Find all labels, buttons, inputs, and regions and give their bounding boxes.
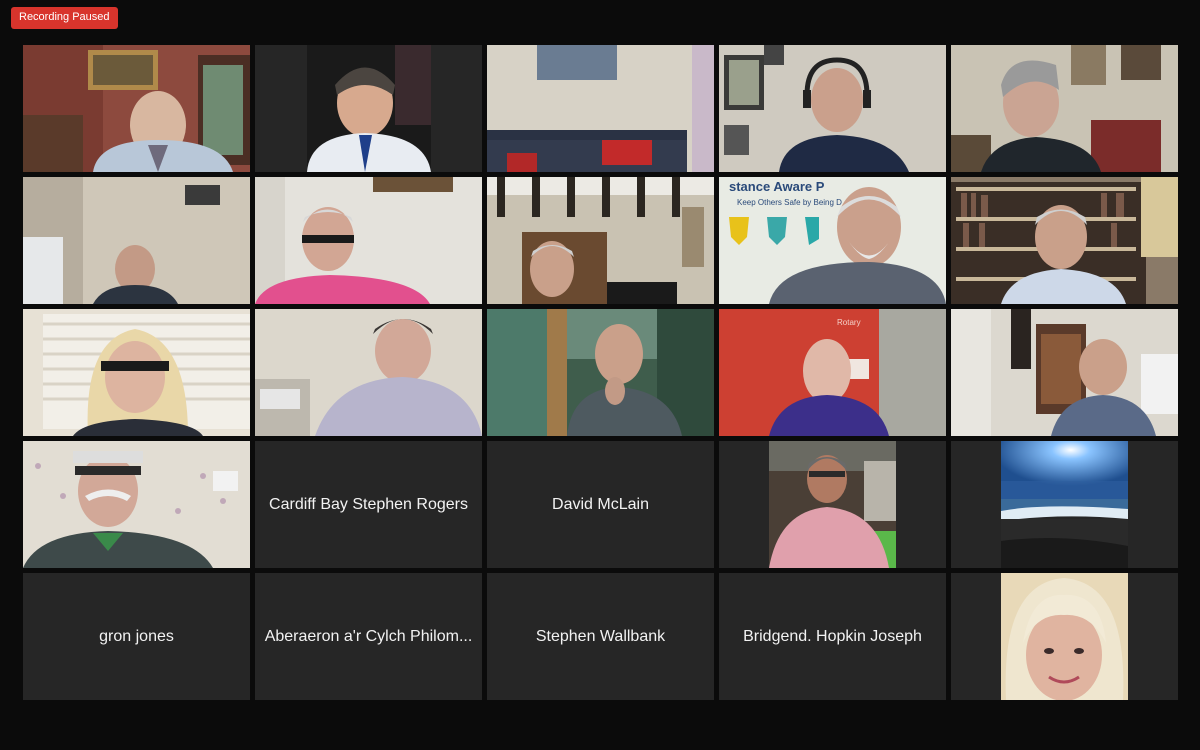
participant-video xyxy=(23,177,250,304)
participant-name: David McLain xyxy=(552,495,649,513)
participant-video xyxy=(719,45,946,172)
participant-video xyxy=(23,441,250,568)
participant-video xyxy=(487,177,714,304)
rotary-banner-text: Rotary xyxy=(837,318,861,327)
participant-video xyxy=(23,45,250,172)
sign-text: stance Aware P xyxy=(729,179,825,194)
name-tile[interactable]: Cardiff Bay Stephen Rogers xyxy=(255,441,482,568)
participant-video xyxy=(951,177,1178,304)
participant-photo xyxy=(769,441,896,568)
participant-video xyxy=(487,309,714,436)
participant-video xyxy=(23,309,250,436)
participant-name: Aberaeron a'r Cylch Philom... xyxy=(264,627,473,645)
video-tile[interactable]: stance Aware P Keep Others Safe by Being… xyxy=(719,177,946,304)
video-tile[interactable] xyxy=(951,309,1178,436)
participant-video xyxy=(951,45,1178,172)
participant-gallery: stance Aware P Keep Others Safe by Being… xyxy=(23,45,1178,703)
participant-video xyxy=(255,309,482,436)
participant-name: Bridgend. Hopkin Joseph xyxy=(743,627,922,645)
name-tile[interactable]: Bridgend. Hopkin Joseph xyxy=(719,573,946,700)
participant-video xyxy=(255,45,482,172)
video-tile[interactable] xyxy=(487,309,714,436)
sign-subtext: Keep Others Safe by Being D xyxy=(737,198,842,207)
video-tile[interactable] xyxy=(719,45,946,172)
participant-name: Stephen Wallbank xyxy=(535,627,666,645)
video-tile[interactable] xyxy=(487,45,714,172)
video-tile[interactable] xyxy=(951,45,1178,172)
photo-tile[interactable] xyxy=(719,441,946,568)
video-tile[interactable]: Rotary xyxy=(719,309,946,436)
participant-video xyxy=(255,177,482,304)
video-tile[interactable] xyxy=(23,441,250,568)
participant-video: Rotary xyxy=(719,309,946,436)
participant-video xyxy=(951,309,1178,436)
video-tile[interactable] xyxy=(23,309,250,436)
photo-tile[interactable] xyxy=(951,573,1178,700)
video-tile[interactable] xyxy=(23,177,250,304)
video-tile[interactable] xyxy=(951,177,1178,304)
participant-video: stance Aware P Keep Others Safe by Being… xyxy=(719,177,946,304)
participant-photo xyxy=(1001,573,1128,700)
video-tile[interactable] xyxy=(487,177,714,304)
participant-name: gron jones xyxy=(99,627,174,645)
photo-tile[interactable] xyxy=(951,441,1178,568)
video-tile[interactable] xyxy=(255,177,482,304)
video-tile[interactable] xyxy=(23,45,250,172)
name-tile[interactable]: Aberaeron a'r Cylch Philom... xyxy=(255,573,482,700)
recording-paused-badge[interactable]: Recording Paused xyxy=(11,7,118,29)
participant-video xyxy=(487,45,714,172)
name-tile[interactable]: Stephen Wallbank xyxy=(487,573,714,700)
name-tile[interactable]: gron jones xyxy=(23,573,250,700)
video-tile[interactable] xyxy=(255,309,482,436)
video-tile[interactable] xyxy=(255,45,482,172)
name-tile[interactable]: David McLain xyxy=(487,441,714,568)
participant-name: Cardiff Bay Stephen Rogers xyxy=(269,495,468,513)
participant-photo xyxy=(1001,441,1128,568)
